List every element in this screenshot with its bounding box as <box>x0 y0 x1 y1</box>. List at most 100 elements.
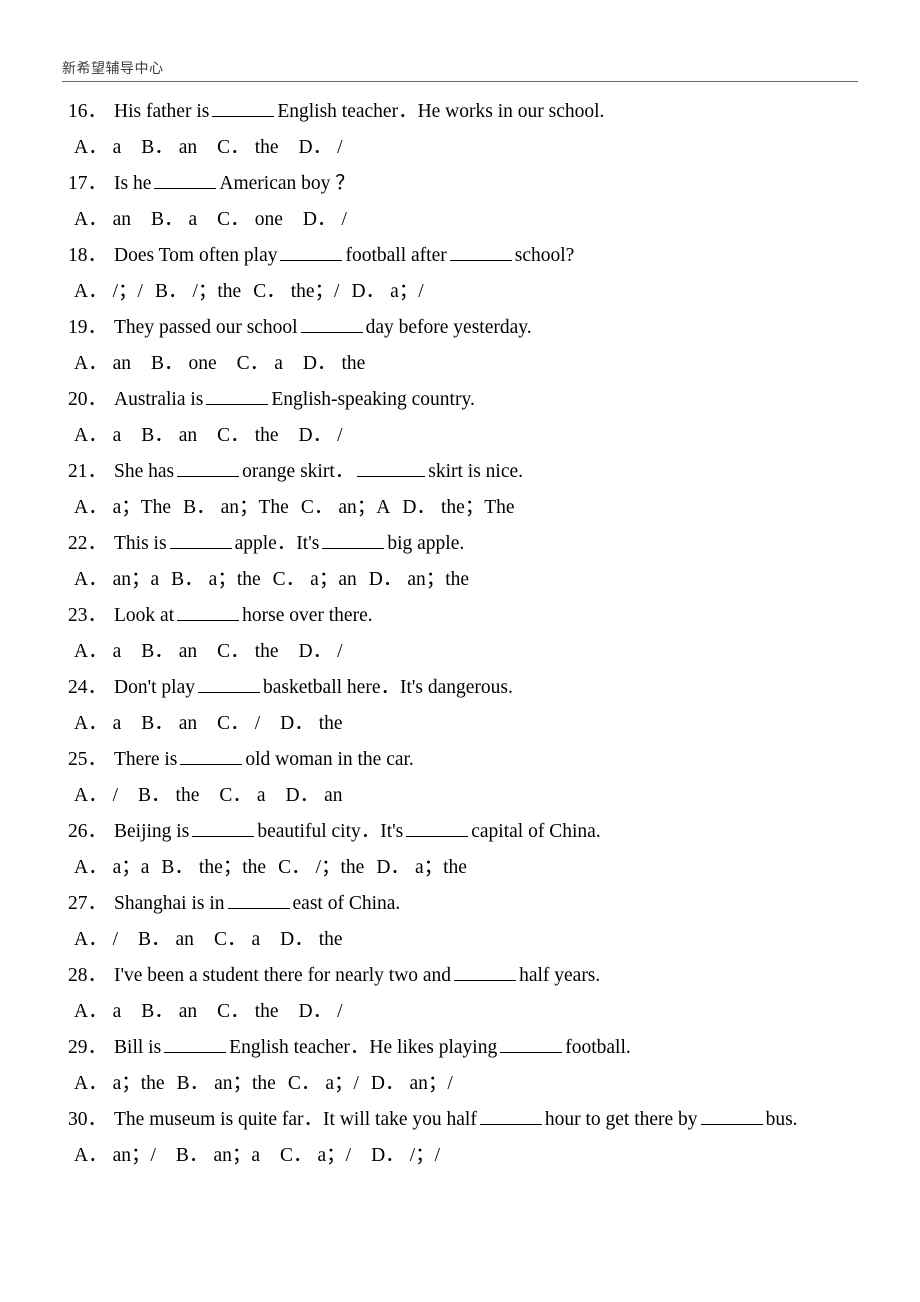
option-d[interactable]: D． an；the <box>369 564 469 596</box>
option-text: the <box>175 785 200 806</box>
option-b[interactable]: B． an <box>141 420 197 452</box>
option-a[interactable]: A． / <box>74 780 118 812</box>
option-label: A． <box>74 857 108 878</box>
answer-blank[interactable] <box>449 245 512 261</box>
option-b[interactable]: B． an <box>141 132 197 164</box>
question-block: 18． Does Tom often play football after sc… <box>0 240 920 312</box>
option-c[interactable]: C． the <box>217 996 278 1028</box>
option-d[interactable]: D． / <box>299 636 343 668</box>
option-a[interactable]: A．/；/ <box>74 276 143 308</box>
option-a[interactable]: A． a <box>74 996 121 1028</box>
answer-blank[interactable] <box>177 461 240 477</box>
answer-blank[interactable] <box>164 1037 227 1053</box>
option-c[interactable]: C． an；A <box>301 492 391 524</box>
option-d[interactable]: D． an <box>286 780 343 812</box>
question-number: 30． <box>68 1109 108 1130</box>
option-label: B． <box>176 1073 210 1094</box>
option-c[interactable]: C． the <box>217 420 278 452</box>
option-b[interactable]: B． the <box>138 780 199 812</box>
option-a[interactable]: A． a <box>74 708 121 740</box>
option-text: a；the <box>208 569 261 590</box>
option-b[interactable]: B． a <box>151 204 197 236</box>
option-b[interactable]: B． an <box>141 708 197 740</box>
option-c[interactable]: C． one <box>217 204 283 236</box>
option-c[interactable]: C． a <box>237 348 283 380</box>
answer-blank[interactable] <box>227 893 290 909</box>
option-list: A． an；/ B． an；a C． a；/ D．/；/ <box>74 1140 440 1176</box>
option-c[interactable]: C． a；/ <box>288 1068 359 1100</box>
option-d[interactable]: D． the <box>280 708 342 740</box>
header-rule <box>62 81 858 82</box>
option-c[interactable]: C． a；/ <box>280 1140 351 1172</box>
option-list: A． a B． an C． the D． / <box>74 132 343 168</box>
option-c[interactable]: C． / <box>217 708 260 740</box>
option-a[interactable]: A． an <box>74 204 131 236</box>
option-d[interactable]: D． the <box>280 924 342 956</box>
option-d[interactable]: D． the；The <box>402 492 514 524</box>
answer-blank[interactable] <box>300 317 363 333</box>
option-d[interactable]: D． / <box>303 204 347 236</box>
answer-blank[interactable] <box>169 533 232 549</box>
option-c[interactable]: C． a；an <box>273 564 357 596</box>
option-a[interactable]: A． a <box>74 420 121 452</box>
answer-blank[interactable] <box>197 677 260 693</box>
question-number: 17． <box>68 173 108 194</box>
answer-blank[interactable] <box>700 1109 763 1125</box>
option-b[interactable]: B． an；the <box>177 1068 276 1100</box>
answer-blank[interactable] <box>479 1109 542 1125</box>
answer-blank[interactable] <box>500 1037 563 1053</box>
answer-blank[interactable] <box>206 389 269 405</box>
answer-blank[interactable] <box>192 821 255 837</box>
answer-blank[interactable] <box>180 749 243 765</box>
answer-blank[interactable] <box>406 821 469 837</box>
option-a[interactable]: A． / <box>74 924 118 956</box>
answer-blank[interactable] <box>154 173 217 189</box>
option-c[interactable]: C． the <box>217 636 278 668</box>
option-d[interactable]: D． an；/ <box>371 1068 453 1100</box>
option-d[interactable]: D． / <box>299 996 343 1028</box>
option-list: A． an B． a C． one D． / <box>74 204 347 240</box>
option-label: D． <box>302 209 337 230</box>
answer-blank[interactable] <box>212 101 275 117</box>
answer-blank[interactable] <box>177 605 240 621</box>
option-a[interactable]: A． a <box>74 636 121 668</box>
option-list: A． / B． an C． a D． the <box>74 924 343 960</box>
option-b[interactable]: B． the；the <box>161 852 266 884</box>
option-d[interactable]: D． / <box>299 420 343 452</box>
option-d[interactable]: D． / <box>299 132 343 164</box>
option-b[interactable]: B． an <box>141 636 197 668</box>
option-a[interactable]: A． a <box>74 132 121 164</box>
option-text: the；the <box>198 857 267 878</box>
option-d[interactable]: D． the <box>303 348 365 380</box>
answer-blank[interactable] <box>322 533 385 549</box>
option-d[interactable]: D． a；/ <box>351 276 423 308</box>
option-label: D． <box>285 785 320 806</box>
option-b[interactable]: B． an <box>141 996 197 1028</box>
option-c[interactable]: C． the；/ <box>253 276 339 308</box>
option-b[interactable]: B． an；a <box>176 1140 260 1172</box>
option-a[interactable]: A． an；/ <box>74 1140 156 1172</box>
option-label: A． <box>74 209 108 230</box>
option-c[interactable]: C． a <box>219 780 265 812</box>
option-c[interactable]: C．/；the <box>278 852 364 884</box>
question-stem: 23． Look at horse over there. <box>68 600 373 636</box>
option-b[interactable]: B．/；the <box>155 276 241 308</box>
option-a[interactable]: A． an <box>74 348 131 380</box>
question-block: 20． Australia is English-speaking country… <box>0 384 920 456</box>
answer-blank[interactable] <box>357 461 426 477</box>
option-c[interactable]: C． the <box>217 132 278 164</box>
option-a[interactable]: A． a；the <box>74 1068 165 1100</box>
option-a[interactable]: A． a；The <box>74 492 171 524</box>
option-d[interactable]: D． a；the <box>376 852 467 884</box>
option-a[interactable]: A． a；a <box>74 852 149 884</box>
option-b[interactable]: B． an <box>138 924 194 956</box>
option-b[interactable]: B． an；The <box>183 492 289 524</box>
option-b[interactable]: B． one <box>151 348 217 380</box>
option-label: D． <box>298 1001 333 1022</box>
answer-blank[interactable] <box>280 245 343 261</box>
option-c[interactable]: C． a <box>214 924 260 956</box>
option-d[interactable]: D．/；/ <box>371 1140 440 1172</box>
answer-blank[interactable] <box>454 965 517 981</box>
option-a[interactable]: A． an；a <box>74 564 159 596</box>
option-b[interactable]: B． a；the <box>171 564 261 596</box>
